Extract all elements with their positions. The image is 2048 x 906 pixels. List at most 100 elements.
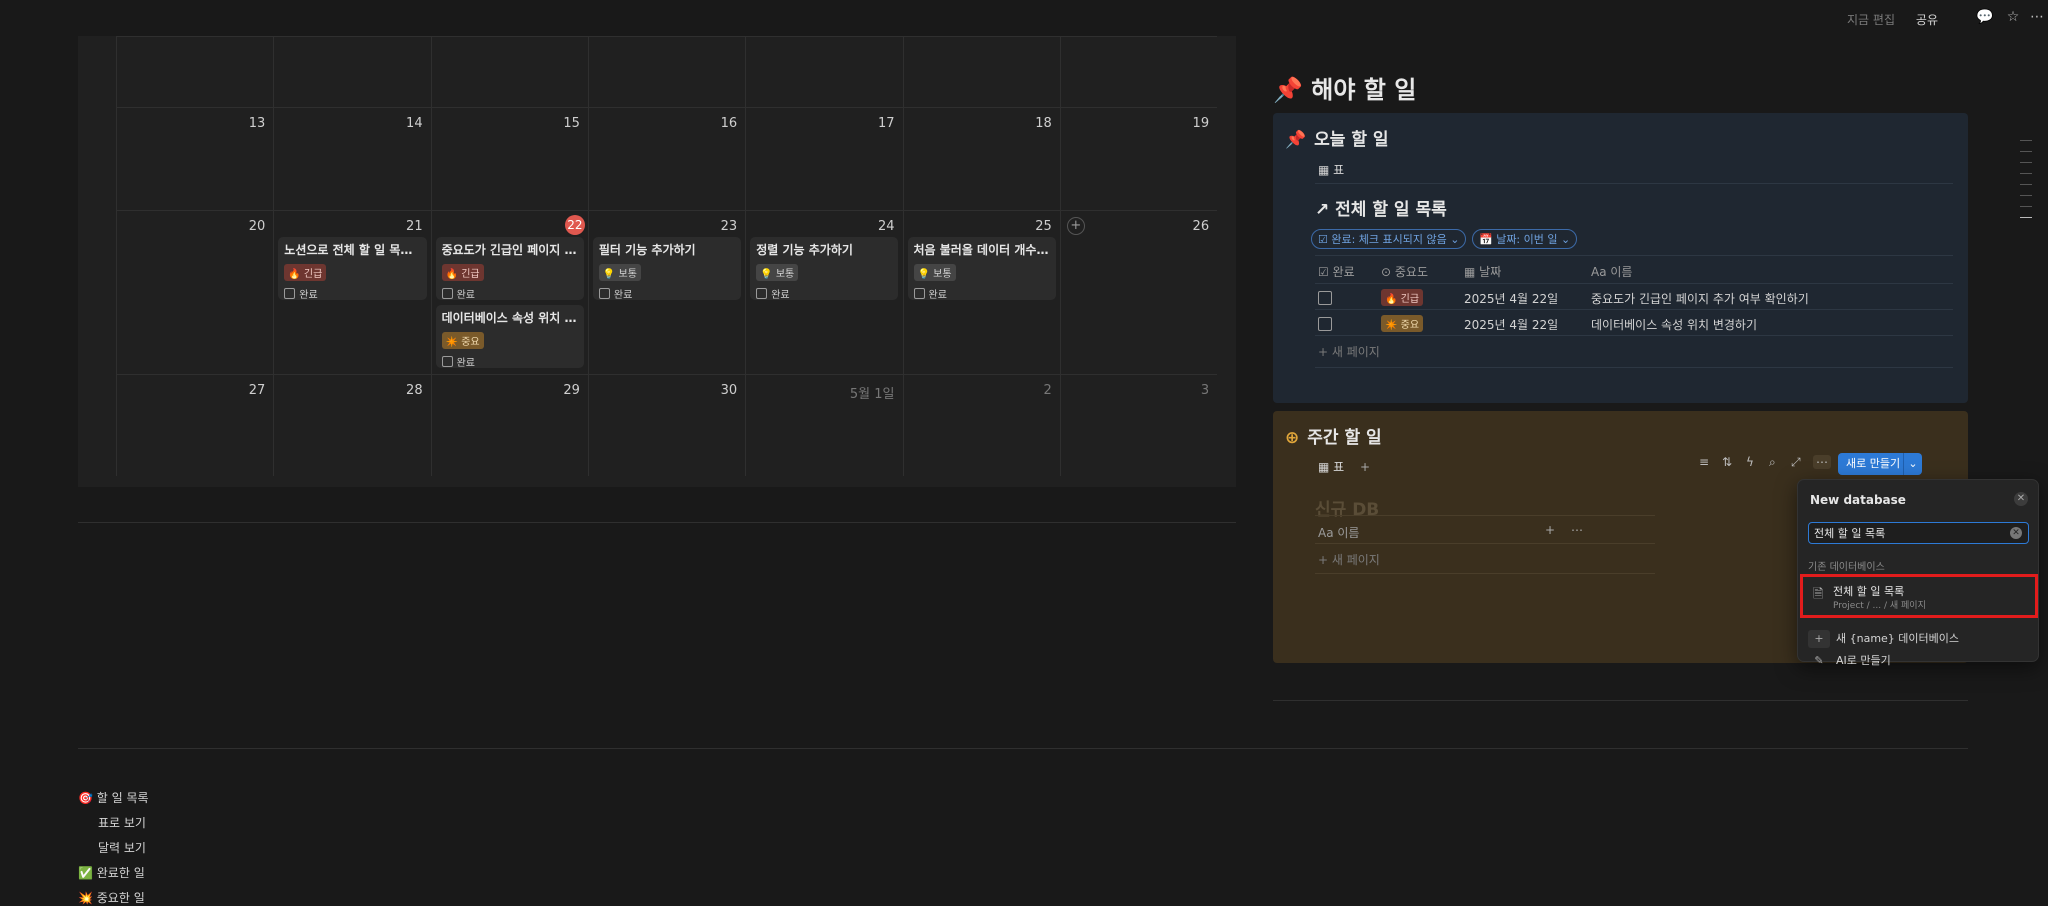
tab-table[interactable]: ▦ 표	[1318, 161, 1344, 178]
checkbox-icon[interactable]	[441, 356, 453, 367]
event-card[interactable]: 노션으로 전체 할 일 목록 만... 🔥 긴급완료	[278, 237, 427, 301]
more-icon[interactable]: ⋯	[1571, 523, 1583, 537]
event-title: 처음 불러올 데이터 개수 지...	[913, 243, 1050, 257]
calendar-day-cell[interactable]	[902, 37, 1060, 108]
filter-done[interactable]: ☑ 완료: 체크 표시되지 않음 ⌄	[1311, 229, 1467, 249]
done-checkbox[interactable]: 완료	[284, 286, 420, 301]
done-checkbox[interactable]: 완료	[598, 286, 735, 301]
calendar-day-cell[interactable]: 29	[430, 375, 588, 476]
new-named-db-option[interactable]: + 새 {name} 데이터베이스	[1808, 630, 1959, 648]
row-name[interactable]: 데이터베이스 속성 위치 변경하기	[1591, 316, 1757, 333]
filter-date[interactable]: 📅 날짜: 이번 일 ⌄	[1472, 229, 1578, 249]
col-name[interactable]: Aa 이름	[1591, 263, 1632, 280]
calendar-day-cell[interactable]	[116, 37, 273, 108]
col-done[interactable]: ☑ 완료	[1318, 263, 1355, 280]
calendar-day-cell[interactable]: 20	[116, 211, 273, 375]
tab-table[interactable]: ▦ 표 +	[1318, 458, 1370, 475]
db-title-placeholder[interactable]: 신규 DB	[1315, 495, 1379, 520]
row-checkbox[interactable]	[1318, 291, 1332, 305]
calendar-day-cell[interactable]: 16	[587, 108, 745, 211]
sort-icon[interactable]: ⇅	[1722, 455, 1732, 469]
share-button[interactable]: 공유	[1916, 11, 1938, 28]
calendar-day-cell[interactable]	[273, 37, 430, 108]
calendar-day-cell[interactable]: 26 +	[1059, 211, 1217, 375]
calendar-day-cell[interactable]	[745, 37, 902, 108]
calendar-day-cell[interactable]	[587, 37, 745, 108]
calendar-day-cell[interactable]: 2	[902, 375, 1060, 476]
comment-icon[interactable]: 💬	[1976, 8, 1994, 26]
day-number: 29	[563, 383, 580, 398]
linked-db-title[interactable]: ↗ 전체 할 일 목록	[1315, 195, 1447, 220]
ai-create-option[interactable]: ✎ AI로 만들기	[1808, 652, 1890, 670]
more-icon[interactable]: ⋯	[2028, 8, 2046, 26]
calendar-day-cell[interactable]: 28	[273, 375, 430, 476]
clear-icon[interactable]: ✕	[2010, 527, 2022, 539]
calendar-week-row	[116, 36, 1217, 108]
calendar-day-cell[interactable]	[430, 37, 588, 108]
calendar-day-cell[interactable]: 14	[273, 108, 430, 211]
calendar-day-cell[interactable]: 27	[116, 375, 273, 476]
list-item[interactable]: 🎯 할 일 목록	[78, 789, 149, 806]
col-name[interactable]: Aa 이름	[1318, 524, 1359, 541]
calendar-day-cell[interactable]: 30	[587, 375, 745, 476]
close-icon[interactable]: ✕	[2014, 492, 2028, 506]
calendar-day-cell[interactable]: 3	[1059, 375, 1217, 476]
database-search-input[interactable]	[1808, 522, 2029, 544]
new-button[interactable]: 새로 만들기 ⌄	[1838, 453, 1922, 475]
row-name[interactable]: 중요도가 긴급인 페이지 추가 여부 확인하기	[1591, 290, 1809, 307]
done-checkbox[interactable]: 완료	[441, 286, 578, 301]
calendar-day-cell[interactable]: 22 중요도가 긴급인 페이지 추... 🔥 긴급 완료 데이터베이스 속성 위치 변.…	[430, 211, 588, 375]
event-card[interactable]: 중요도가 긴급인 페이지 추... 🔥 긴급 완료	[435, 237, 584, 301]
automation-icon[interactable]: ϟ	[1746, 455, 1754, 469]
new-page-button[interactable]: + 새 페이지	[1318, 343, 1380, 360]
importance-tag: 🔥 긴급	[284, 264, 327, 281]
done-checkbox[interactable]: 완료	[913, 286, 1050, 301]
calendar-day-cell[interactable]: 19	[1059, 108, 1217, 211]
search-icon[interactable]: ⌕	[1769, 455, 1776, 470]
table-icon: ▦	[1318, 163, 1330, 177]
todo-title: 해야 할 일	[1311, 76, 1417, 104]
edited-status: 지금 편집	[1847, 13, 1895, 27]
add-event-icon[interactable]: +	[1066, 217, 1085, 235]
done-checkbox[interactable]: 완료	[756, 286, 892, 301]
calendar-day-cell[interactable]: 24 정렬 기능 추가하기 💡 보통 완료	[745, 211, 902, 375]
add-column-icon[interactable]: +	[1545, 523, 1555, 537]
calendar-day-cell[interactable]: 13	[116, 108, 273, 211]
col-importance[interactable]: ⊙ 중요도	[1381, 263, 1428, 280]
list-item[interactable]: 표로 보기	[98, 814, 146, 831]
calendar-day-cell[interactable]: 21 노션으로 전체 할 일 목록 만... 🔥 긴급완료	[273, 211, 430, 375]
filter-icon[interactable]: ≡	[1699, 455, 1709, 469]
calendar-day-cell[interactable]: 23 필터 기능 추가하기 💡 보통 완료	[587, 211, 745, 375]
checkbox-icon[interactable]	[756, 288, 768, 299]
row-checkbox[interactable]	[1318, 317, 1332, 331]
star-icon[interactable]: ☆	[2004, 8, 2022, 26]
checkbox-icon[interactable]	[913, 288, 925, 299]
event-card[interactable]: 정렬 기능 추가하기 💡 보통 완료	[750, 237, 899, 301]
list-item[interactable]: ✅ 완료한 일	[78, 864, 145, 881]
calendar-day-cell[interactable]: 17	[745, 108, 902, 211]
chevron-down-icon[interactable]: ⌄	[1903, 453, 1922, 475]
list-item[interactable]: 달력 보기	[98, 839, 146, 856]
col-date[interactable]: ▦ 날짜	[1464, 263, 1501, 280]
calendar-day-cell[interactable]: 18	[902, 108, 1060, 211]
event-card[interactable]: 필터 기능 추가하기 💡 보통 완료	[592, 237, 742, 301]
list-item[interactable]: 💥 중요한 일	[78, 889, 145, 906]
calendar-day-cell[interactable]	[1059, 37, 1217, 108]
existing-db-result[interactable]: 🗎 전체 할 일 목록 Project / ... / 새 페이지	[1800, 574, 2038, 618]
expand-icon[interactable]: ⤢	[1791, 455, 1801, 470]
new-page-button[interactable]: + 새 페이지	[1318, 551, 1380, 568]
more-icon[interactable]: ⋯	[1813, 455, 1831, 469]
done-checkbox[interactable]: 완료	[441, 354, 578, 369]
calendar-day-cell[interactable]: 15	[430, 108, 588, 211]
event-card[interactable]: 데이터베이스 속성 위치 변... ✴️ 중요 완료	[435, 305, 584, 369]
table-icon: ▦	[1318, 460, 1330, 474]
outline-scroll-marks[interactable]	[2020, 140, 2032, 228]
checkbox-icon[interactable]	[441, 288, 453, 299]
event-card[interactable]: 처음 불러올 데이터 개수 지... 💡 보통완료	[907, 237, 1056, 301]
calendar-day-cell[interactable]: 5월 1일	[745, 375, 902, 476]
today-callout: 📌 오늘 할 일 ▦ 표 ↗ 전체 할 일 목록 ☑ 완료: 체크 표시되지 않음…	[1273, 113, 1968, 403]
checkbox-icon[interactable]	[284, 288, 296, 299]
checkbox-icon[interactable]	[598, 288, 610, 299]
calendar-day-cell[interactable]: 25 처음 불러올 데이터 개수 지... 💡 보통완료	[902, 211, 1060, 375]
add-view-icon[interactable]: +	[1360, 460, 1370, 474]
